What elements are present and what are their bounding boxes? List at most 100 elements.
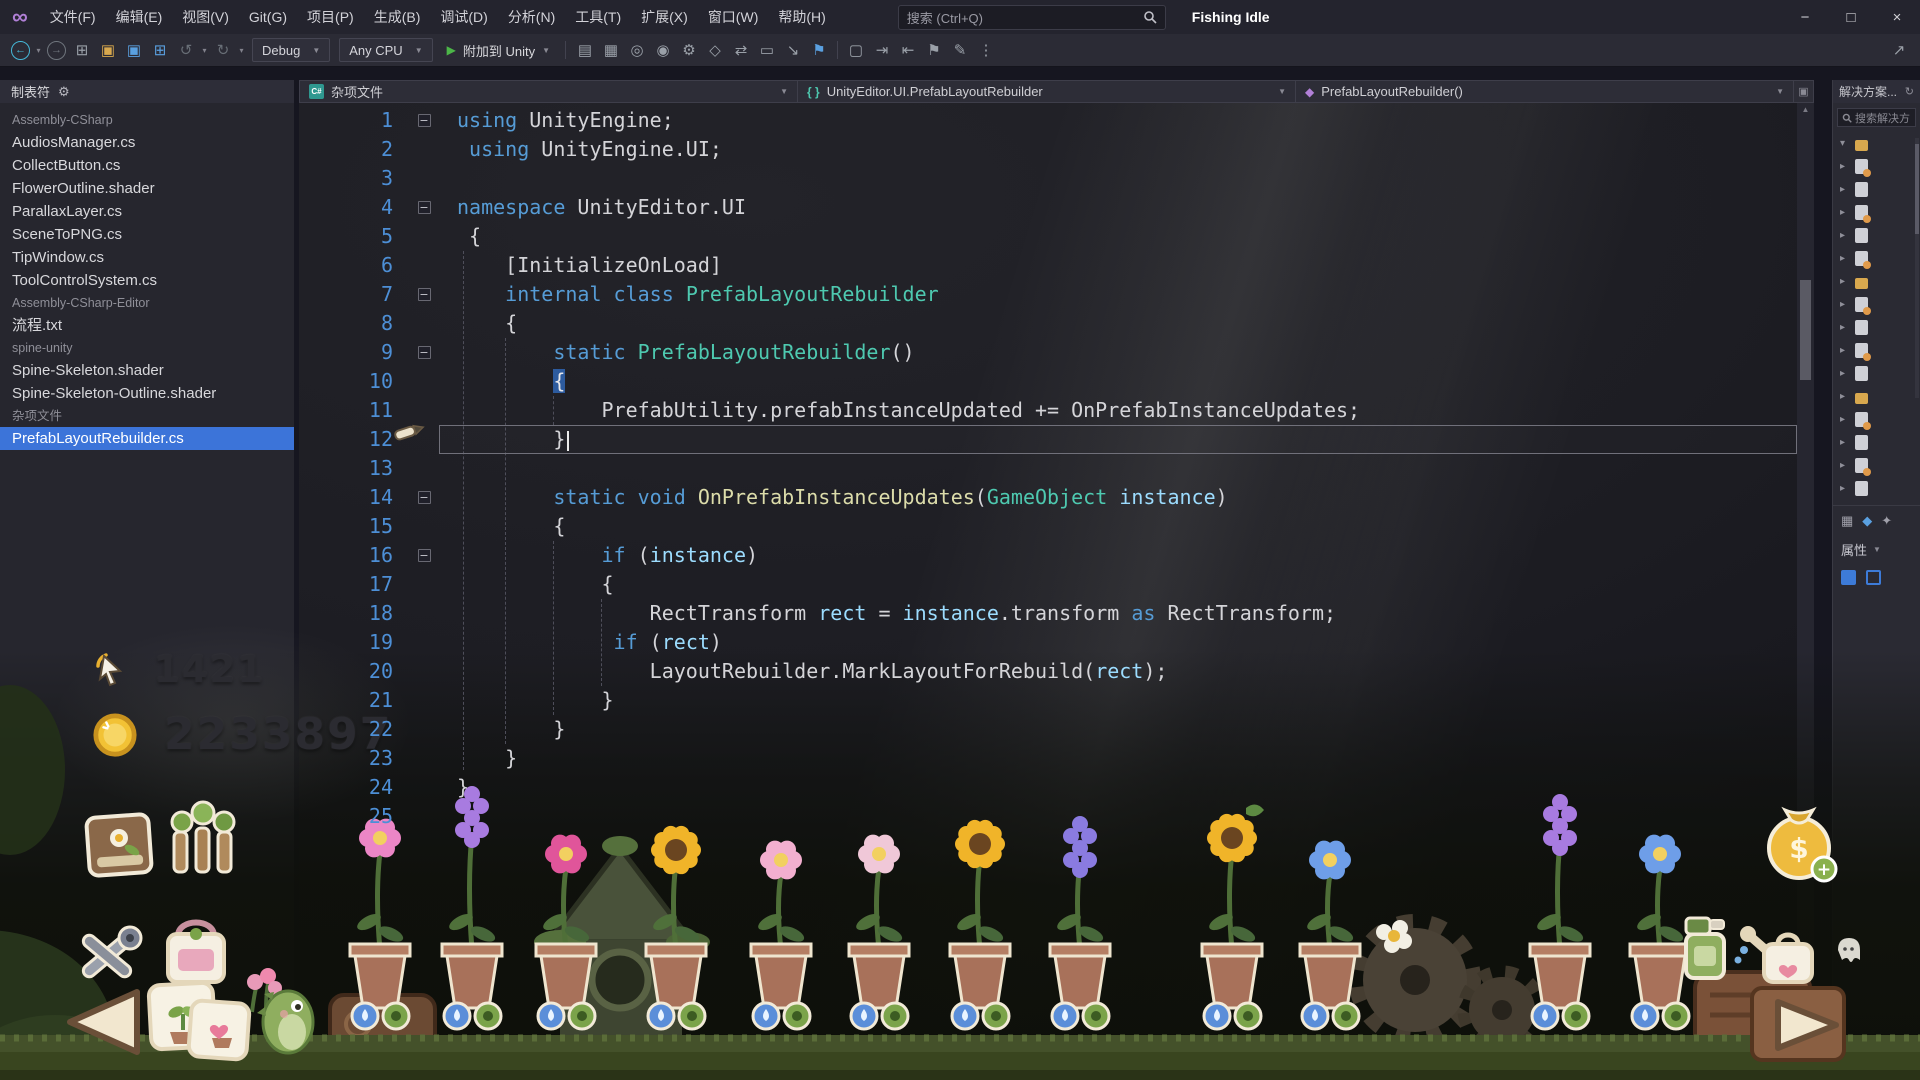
code-line-3[interactable]: 3 xyxy=(299,164,1797,193)
nav-forward-icon[interactable]: → xyxy=(47,41,66,60)
close-button[interactable]: × xyxy=(1874,0,1920,34)
file-item[interactable]: Spine-Skeleton.shader xyxy=(0,359,294,382)
solution-explorer-header[interactable]: 解决方案... ↻ xyxy=(1833,80,1920,103)
image-icon[interactable]: ▦ xyxy=(598,38,624,62)
fold-icon[interactable]: − xyxy=(418,549,431,562)
solution-tree-row[interactable]: ▸ xyxy=(1833,408,1920,431)
shapes-icon[interactable]: ◇ xyxy=(702,38,728,62)
caret-icon[interactable]: ▾ xyxy=(199,38,210,62)
new-file-icon[interactable]: ⊞ xyxy=(69,38,95,62)
solution-tree-row[interactable]: ▸ xyxy=(1833,385,1920,408)
solution-tree-row[interactable]: ▸ xyxy=(1833,316,1920,339)
maximize-button[interactable]: □ xyxy=(1828,0,1874,34)
menu-item[interactable]: 窗口(W) xyxy=(698,0,769,34)
menu-item[interactable]: 项目(P) xyxy=(297,0,364,34)
breadcrumb-file-dropdown[interactable]: C# 杂项文件 ▼ xyxy=(299,80,798,103)
nav-back-icon[interactable]: ← xyxy=(11,41,30,60)
menu-item[interactable]: 帮助(H) xyxy=(768,0,835,34)
file-item[interactable]: CollectButton.cs xyxy=(0,154,294,177)
heart-card-button[interactable] xyxy=(188,1000,250,1060)
refresh-icon[interactable]: ↻ xyxy=(1905,85,1914,98)
solution-tree-row[interactable]: ▸ xyxy=(1833,454,1920,477)
scrollbar-thumb[interactable] xyxy=(1800,280,1811,380)
code-line-18[interactable]: 18 RectTransform rect = instance.transfo… xyxy=(299,599,1797,628)
caret-icon[interactable]: ▾ xyxy=(33,38,44,62)
scroll-up-icon[interactable]: ▲ xyxy=(1797,105,1814,114)
diamond-icon[interactable]: ◆ xyxy=(1862,513,1872,529)
solution-search-box[interactable]: 搜索解决方 xyxy=(1837,108,1916,127)
code-line-1[interactable]: 1−using UnityEngine; xyxy=(299,106,1797,135)
gear-icon[interactable]: ⚙ xyxy=(58,84,70,100)
file-item[interactable]: AudiosManager.cs xyxy=(0,131,294,154)
caret-icon[interactable]: ▾ xyxy=(236,38,247,62)
send-feedback-icon[interactable]: ↗ xyxy=(1886,38,1912,62)
bookmark-icon[interactable]: ⚑ xyxy=(921,38,947,62)
solution-tree-row[interactable]: ▸ xyxy=(1833,293,1920,316)
solution-tree-row[interactable]: ▸ xyxy=(1833,155,1920,178)
bag-button[interactable] xyxy=(168,923,224,983)
solution-tree-row[interactable]: ▸ xyxy=(1833,270,1920,293)
menu-item[interactable]: 调试(D) xyxy=(430,0,497,34)
gear-icon[interactable]: ⚙ xyxy=(676,38,702,62)
redo-icon[interactable]: ↻ xyxy=(210,38,236,62)
fold-icon[interactable]: − xyxy=(418,288,431,301)
breadcrumb-method-dropdown[interactable]: ◆ PrefabLayoutRebuilder() ▼ xyxy=(1296,80,1794,103)
code-line-7[interactable]: 7− internal class PrefabLayoutRebuilder xyxy=(299,280,1797,309)
breadcrumb-class-dropdown[interactable]: { } UnityEditor.UI.PrefabLayoutRebuilder… xyxy=(798,80,1296,103)
platform-dropdown[interactable]: Any CPU▼ xyxy=(339,38,432,62)
code-line-21[interactable]: 21 } xyxy=(299,686,1797,715)
edit-icon[interactable]: ✎ xyxy=(947,38,973,62)
file-item[interactable]: SceneToPNG.cs xyxy=(0,223,294,246)
solution-tree-row[interactable]: ▸ xyxy=(1833,224,1920,247)
menu-item[interactable]: 文件(F) xyxy=(40,0,106,34)
target-icon[interactable]: ◉ xyxy=(650,38,676,62)
window-icon[interactable]: ▢ xyxy=(843,38,869,62)
open-folder-icon[interactable]: ▣ xyxy=(95,38,121,62)
code-line-8[interactable]: 8 { xyxy=(299,309,1797,338)
code-line-23[interactable]: 23 } xyxy=(299,744,1797,773)
monitor-icon[interactable]: ▭ xyxy=(754,38,780,62)
alphabetical-icon[interactable] xyxy=(1866,570,1881,585)
menu-item[interactable]: 视图(V) xyxy=(172,0,239,34)
fold-icon[interactable]: − xyxy=(418,346,431,359)
code-line-17[interactable]: 17 { xyxy=(299,570,1797,599)
menu-item[interactable]: 工具(T) xyxy=(565,0,631,34)
indent-icon[interactable]: ⇥ xyxy=(869,38,895,62)
solution-tree-row[interactable]: ▸ xyxy=(1833,477,1920,500)
file-item[interactable]: TipWindow.cs xyxy=(0,246,294,269)
fold-icon[interactable]: − xyxy=(418,114,431,127)
code-line-4[interactable]: 4−namespace UnityEditor.UI xyxy=(299,193,1797,222)
fold-icon[interactable]: − xyxy=(418,491,431,504)
quick-search-box[interactable]: 搜索 (Ctrl+Q) xyxy=(898,5,1166,30)
code-line-19[interactable]: 19 if (rect) xyxy=(299,628,1797,657)
menu-item[interactable]: 扩展(X) xyxy=(631,0,698,34)
solution-tree-row[interactable]: ▸ xyxy=(1833,178,1920,201)
code-line-2[interactable]: 2 using UnityEngine.UI; xyxy=(299,135,1797,164)
categorize-icon[interactable] xyxy=(1841,570,1856,585)
fold-icon[interactable]: − xyxy=(418,201,431,214)
flag-icon[interactable]: ⚑ xyxy=(806,38,832,62)
file-item[interactable]: Spine-Skeleton-Outline.shader xyxy=(0,382,294,405)
properties-header[interactable]: 属性 ▼ xyxy=(1833,534,1920,565)
minimize-button[interactable]: − xyxy=(1782,0,1828,34)
solution-tree-row[interactable]: ▸ xyxy=(1833,339,1920,362)
menu-item[interactable]: 分析(N) xyxy=(498,0,565,34)
menu-item[interactable]: Git(G) xyxy=(239,0,297,34)
debug-config-dropdown[interactable]: Debug▼ xyxy=(252,38,330,62)
code-editor[interactable]: 1−using UnityEngine;2 using UnityEngine.… xyxy=(299,103,1797,1080)
swap-icon[interactable]: ⇄ xyxy=(728,38,754,62)
search-icon[interactable] xyxy=(1143,10,1157,24)
solution-tree-row[interactable]: ▸ xyxy=(1833,431,1920,454)
code-line-9[interactable]: 9− static PrefabLayoutRebuilder() xyxy=(299,338,1797,367)
export-icon[interactable]: ↘ xyxy=(780,38,806,62)
solution-tree-row[interactable]: ▸ xyxy=(1833,247,1920,270)
attach-to-unity-button[interactable]: ▶ 附加到 Unity ▼ xyxy=(438,38,559,62)
file-item[interactable]: ParallaxLayer.cs xyxy=(0,200,294,223)
journal-button[interactable] xyxy=(86,814,152,876)
code-line-16[interactable]: 16− if (instance) xyxy=(299,541,1797,570)
save-icon[interactable]: ▣ xyxy=(121,38,147,62)
solution-tree-row[interactable]: ▸ xyxy=(1833,201,1920,224)
solution-tree-row[interactable]: ▸ xyxy=(1833,362,1920,385)
code-line-10[interactable]: 10 { xyxy=(299,367,1797,396)
profiler-icon[interactable]: ▤ xyxy=(572,38,598,62)
